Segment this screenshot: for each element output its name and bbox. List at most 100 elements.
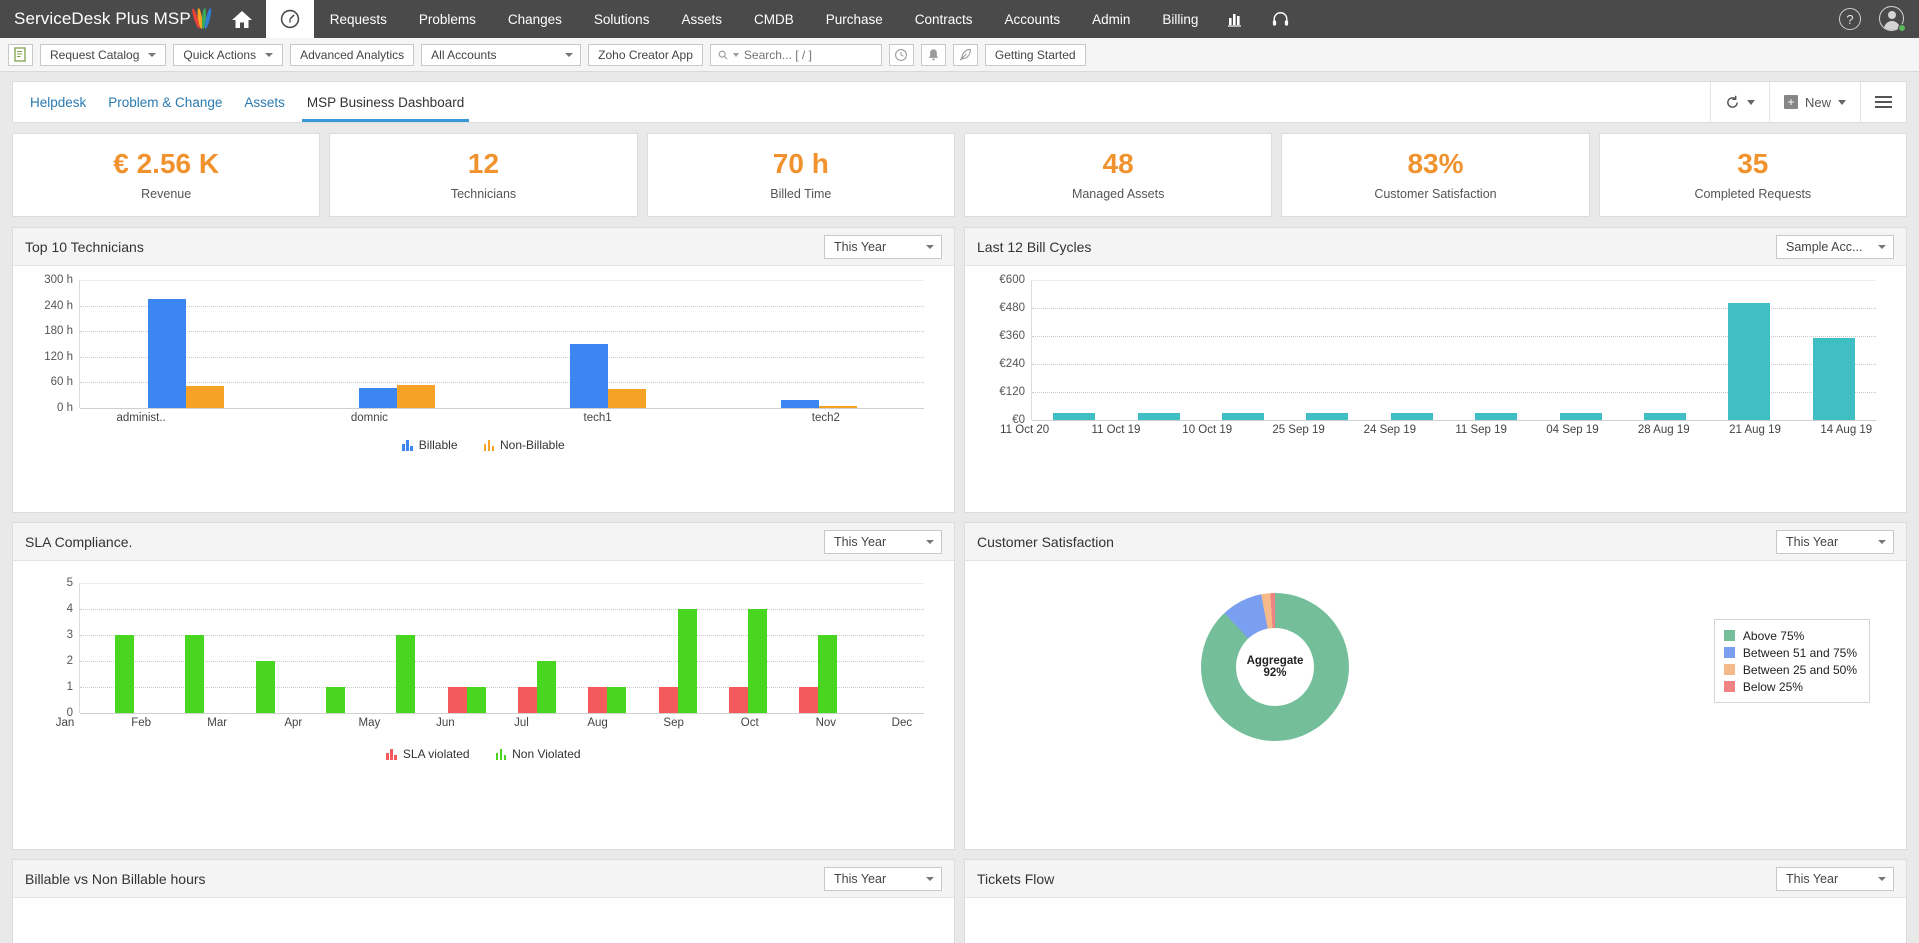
nav-item-changes[interactable]: Changes <box>492 0 578 38</box>
nav-item-contracts[interactable]: Contracts <box>899 0 989 38</box>
bar[interactable] <box>186 386 224 408</box>
zoho-creator-app-button[interactable]: Zoho Creator App <box>588 44 703 66</box>
bar[interactable] <box>748 609 767 713</box>
new-request-icon[interactable] <box>8 44 33 66</box>
bar[interactable] <box>608 389 646 408</box>
bar-group[interactable] <box>783 583 853 713</box>
request-catalog-button[interactable]: Request Catalog <box>40 44 166 66</box>
tab-assets[interactable]: Assets <box>233 82 296 122</box>
bar[interactable] <box>518 687 537 713</box>
bar-group[interactable] <box>80 583 150 713</box>
kpi-card-managed-assets[interactable]: 48 Managed Assets <box>964 133 1272 217</box>
bar[interactable] <box>781 400 819 408</box>
kpi-card-technicians[interactable]: 12 Technicians <box>329 133 637 217</box>
bar-group[interactable] <box>502 583 572 713</box>
bar[interactable] <box>1222 413 1264 420</box>
bar[interactable] <box>448 687 467 713</box>
bar-group[interactable] <box>1623 280 1707 420</box>
kpi-card-revenue[interactable]: € 2.56 K Revenue <box>12 133 320 217</box>
bar[interactable] <box>819 406 857 408</box>
bar-group[interactable] <box>1116 280 1200 420</box>
bar[interactable] <box>678 609 697 713</box>
sla-period-select[interactable]: This Year <box>824 530 942 554</box>
kpi-card-customer-satisfaction[interactable]: 83% Customer Satisfaction <box>1281 133 1589 217</box>
tab-problem-change[interactable]: Problem & Change <box>97 82 233 122</box>
nav-item-billing[interactable]: Billing <box>1146 0 1214 38</box>
dashboard-gauge-icon[interactable] <box>266 0 314 38</box>
bar[interactable] <box>1475 413 1517 420</box>
bar[interactable] <box>326 687 345 713</box>
kpi-card-billed-time[interactable]: 70 h Billed Time <box>647 133 955 217</box>
legend-item[interactable]: Billable <box>402 438 457 452</box>
csat-period-select[interactable]: This Year <box>1776 530 1894 554</box>
legend-item[interactable]: Non-Billable <box>484 438 565 452</box>
bar[interactable] <box>537 661 556 713</box>
bar[interactable] <box>185 635 204 713</box>
billcycles-account-select[interactable]: Sample Acc... <box>1776 235 1894 259</box>
bar-group[interactable] <box>1201 280 1285 420</box>
billable-period-select[interactable]: This Year <box>824 867 942 891</box>
bar[interactable] <box>818 635 837 713</box>
legend-item[interactable]: Non Violated <box>496 747 581 761</box>
new-widget-button[interactable]: + New <box>1769 82 1860 122</box>
dashboard-menu-button[interactable] <box>1860 82 1906 122</box>
tickets-flow-period-select[interactable]: This Year <box>1776 867 1894 891</box>
nav-item-requests[interactable]: Requests <box>314 0 403 38</box>
nav-item-purchase[interactable]: Purchase <box>810 0 899 38</box>
feedback-feather-icon[interactable] <box>953 44 978 66</box>
app-brand[interactable]: ServiceDesk Plus MSP <box>0 0 218 38</box>
bar[interactable] <box>1728 303 1770 420</box>
tab-msp-business-dashboard[interactable]: MSP Business Dashboard <box>296 82 475 122</box>
bar-group[interactable] <box>1707 280 1791 420</box>
search-input[interactable] <box>744 48 874 62</box>
user-avatar[interactable] <box>1879 6 1905 32</box>
donut-legend-item[interactable]: Between 25 and 50% <box>1724 661 1857 678</box>
account-select[interactable]: All Accounts <box>421 44 581 66</box>
nav-item-admin[interactable]: Admin <box>1076 0 1146 38</box>
bar-group[interactable] <box>713 280 924 408</box>
bar-group[interactable] <box>291 280 502 408</box>
tab-helpdesk[interactable]: Helpdesk <box>19 82 97 122</box>
nav-item-cmdb[interactable]: CMDB <box>738 0 810 38</box>
bar[interactable] <box>359 388 397 408</box>
bar[interactable] <box>570 344 608 408</box>
refresh-button[interactable] <box>1710 82 1769 122</box>
bar-group[interactable] <box>1454 280 1538 420</box>
bar[interactable] <box>1560 413 1602 420</box>
notifications-bell-icon[interactable] <box>921 44 946 66</box>
legend-item[interactable]: SLA violated <box>386 747 469 761</box>
nav-item-assets[interactable]: Assets <box>665 0 738 38</box>
bar-group[interactable] <box>1370 280 1454 420</box>
bar-group[interactable] <box>713 583 783 713</box>
bar-group[interactable] <box>854 583 924 713</box>
home-icon[interactable] <box>218 0 266 38</box>
donut-legend-item[interactable]: Above 75% <box>1724 627 1857 644</box>
reports-bar-chart-icon[interactable] <box>1214 0 1258 38</box>
bar-group[interactable] <box>291 583 361 713</box>
customer-satisfaction-donut-chart[interactable]: Aggregate 92% <box>1201 593 1349 741</box>
bar[interactable] <box>256 661 275 713</box>
technicians-period-select[interactable]: This Year <box>824 235 942 259</box>
bar[interactable] <box>1391 413 1433 420</box>
support-headset-icon[interactable] <box>1258 0 1302 38</box>
nav-item-problems[interactable]: Problems <box>403 0 492 38</box>
bar-group[interactable] <box>1538 280 1622 420</box>
bar[interactable] <box>588 687 607 713</box>
bar-group[interactable] <box>1032 280 1116 420</box>
bar-group[interactable] <box>432 583 502 713</box>
bar[interactable] <box>799 687 818 713</box>
bar-group[interactable] <box>502 280 713 408</box>
bar[interactable] <box>1644 413 1686 420</box>
bar[interactable] <box>1053 413 1095 420</box>
bar-group[interactable] <box>572 583 642 713</box>
bar[interactable] <box>1306 413 1348 420</box>
bar[interactable] <box>1813 338 1855 420</box>
bar-group[interactable] <box>150 583 220 713</box>
bar[interactable] <box>115 635 134 713</box>
bar-group[interactable] <box>361 583 431 713</box>
help-icon[interactable]: ? <box>1839 8 1861 30</box>
bar[interactable] <box>607 687 626 713</box>
kpi-card-completed-requests[interactable]: 35 Completed Requests <box>1599 133 1907 217</box>
nav-item-solutions[interactable]: Solutions <box>578 0 666 38</box>
bar[interactable] <box>148 299 186 408</box>
